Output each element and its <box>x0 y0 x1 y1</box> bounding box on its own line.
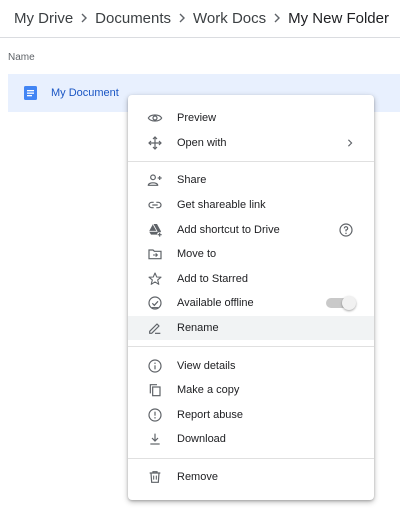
person-add-icon <box>147 172 163 188</box>
link-icon <box>147 197 163 213</box>
download-icon <box>147 431 163 447</box>
drive-shortcut-icon <box>147 222 163 238</box>
breadcrumb: My Drive Documents Work Docs My New Fold… <box>0 0 400 36</box>
menu-item-make-a-copy[interactable]: Make a copy <box>128 378 374 403</box>
menu-item-label: Add shortcut to Drive <box>177 223 280 236</box>
pencil-icon <box>147 320 163 336</box>
folder-move-icon <box>147 246 163 262</box>
menu-item-label: Make a copy <box>177 384 240 397</box>
menu-item-label: Open with <box>177 136 227 149</box>
chevron-right-icon <box>266 13 288 23</box>
menu-item-label: Get shareable link <box>177 199 266 212</box>
star-outline-icon <box>147 271 163 287</box>
info-icon <box>147 358 163 374</box>
menu-divider <box>128 457 374 459</box>
menu-divider <box>128 346 374 348</box>
header-divider <box>0 37 400 38</box>
chevron-right-icon <box>171 13 193 23</box>
copy-icon <box>147 382 163 398</box>
menu-item-open-with[interactable]: Open with <box>128 131 374 156</box>
breadcrumb-item-work-docs[interactable]: Work Docs <box>193 10 266 27</box>
menu-item-rename[interactable]: Rename <box>128 315 374 341</box>
toggle-track <box>326 296 356 311</box>
chevron-right-icon <box>73 13 95 23</box>
chevron-right-icon <box>346 139 354 147</box>
menu-item-label: Move to <box>177 248 217 261</box>
menu-item-view-details[interactable]: View details <box>128 353 374 378</box>
name-column-header[interactable]: Name <box>8 52 35 63</box>
breadcrumb-item-documents[interactable]: Documents <box>95 10 171 27</box>
menu-item-label: Rename <box>177 322 219 335</box>
trash-icon <box>147 469 163 485</box>
offline-check-icon <box>147 295 163 311</box>
menu-item-label: Download <box>177 433 226 446</box>
menu-item-label: Remove <box>177 471 218 484</box>
file-name: My Document <box>51 87 119 99</box>
offline-toggle[interactable] <box>326 296 356 311</box>
breadcrumb-item-current-folder[interactable]: My New Folder <box>288 10 389 27</box>
breadcrumb-item-my-drive[interactable]: My Drive <box>14 10 73 27</box>
menu-item-get-shareable-link[interactable]: Get shareable link <box>128 193 374 218</box>
menu-item-label: Add to Starred <box>177 272 248 285</box>
menu-item-remove[interactable]: Remove <box>128 465 374 490</box>
menu-item-add-shortcut[interactable]: Add shortcut to Drive <box>128 217 374 242</box>
eye-icon <box>147 110 163 126</box>
move-arrows-icon <box>147 135 163 151</box>
menu-divider <box>128 161 374 163</box>
context-menu: Preview Open with Share Get shareable li… <box>128 95 374 500</box>
menu-item-preview[interactable]: Preview <box>128 106 374 131</box>
toggle-knob <box>342 296 356 311</box>
menu-item-label: Share <box>177 174 207 187</box>
help-circle-icon[interactable] <box>338 222 354 238</box>
menu-item-share[interactable]: Share <box>128 168 374 193</box>
menu-item-available-offline[interactable]: Available offline <box>128 291 374 316</box>
report-icon <box>147 407 163 423</box>
menu-item-move-to[interactable]: Move to <box>128 242 374 267</box>
menu-item-label: Report abuse <box>177 408 244 421</box>
menu-item-label: Available offline <box>177 297 254 310</box>
menu-item-label: View details <box>177 359 236 372</box>
menu-item-report-abuse[interactable]: Report abuse <box>128 403 374 428</box>
menu-item-download[interactable]: Download <box>128 427 374 452</box>
menu-item-add-to-starred[interactable]: Add to Starred <box>128 267 374 292</box>
menu-item-label: Preview <box>177 112 217 125</box>
google-docs-icon <box>24 86 37 100</box>
